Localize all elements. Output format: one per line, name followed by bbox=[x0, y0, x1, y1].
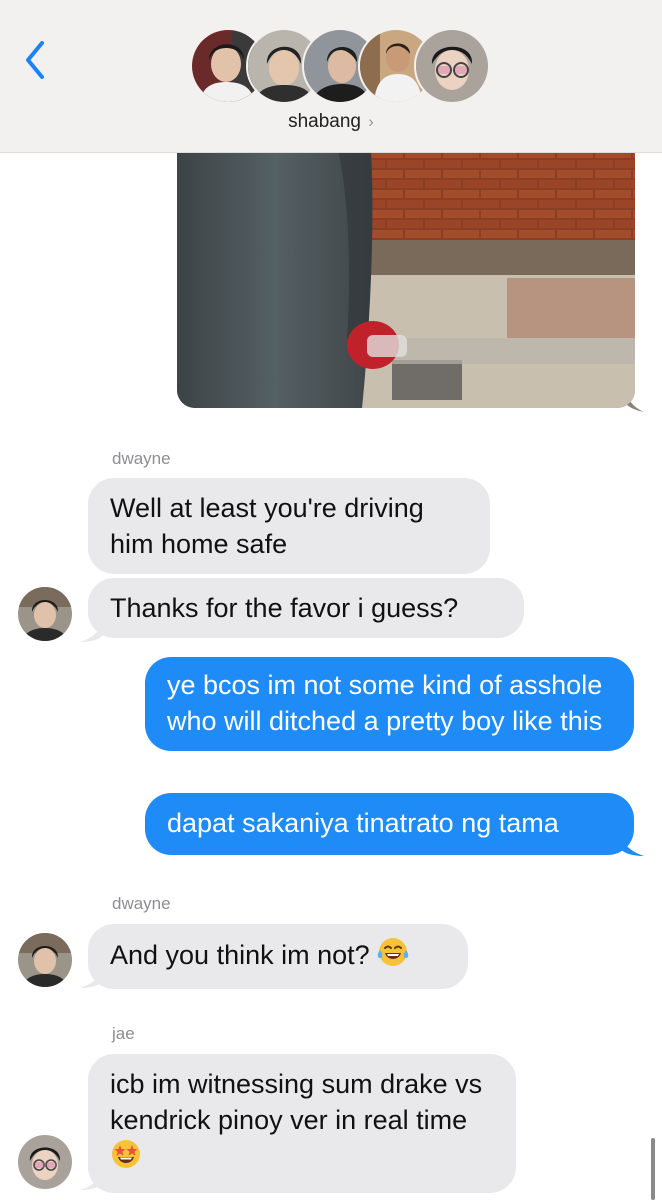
outgoing-message-bubble[interactable]: ye bcos im not some kind of asshole who … bbox=[145, 657, 634, 751]
sender-avatar[interactable] bbox=[18, 587, 72, 641]
message-text: dapat sakaniya tinatrato ng tama bbox=[167, 808, 559, 838]
photo-message[interactable] bbox=[177, 110, 635, 408]
group-name: shabang bbox=[288, 111, 361, 132]
face-with-tears-of-joy-icon bbox=[377, 936, 409, 977]
conversation-header: shabang › bbox=[0, 0, 662, 153]
message-text: Well at least you're driving him home sa… bbox=[110, 493, 424, 559]
incoming-message-bubble[interactable]: icb im witnessing sum drake vs kendrick … bbox=[88, 1054, 516, 1193]
incoming-message-bubble[interactable]: Thanks for the favor i guess? bbox=[88, 578, 524, 638]
incoming-message-bubble[interactable]: And you think im not? bbox=[88, 924, 468, 989]
sender-avatar[interactable] bbox=[18, 933, 72, 987]
bubble-tail bbox=[620, 834, 644, 856]
sender-avatar[interactable] bbox=[18, 1135, 72, 1189]
message-text: icb im witnessing sum drake vs kendrick … bbox=[110, 1069, 483, 1135]
chevron-left-icon bbox=[26, 41, 44, 79]
scrollbar[interactable] bbox=[651, 1138, 655, 1200]
sender-label: dwayne bbox=[112, 894, 171, 913]
bubble-tail bbox=[80, 1168, 104, 1190]
message-text: And you think im not? bbox=[110, 940, 370, 970]
sender-label: dwayne bbox=[112, 449, 171, 468]
photo-image bbox=[177, 110, 635, 408]
message-text: ye bcos im not some kind of asshole who … bbox=[167, 670, 603, 736]
participant-avatar bbox=[414, 28, 490, 104]
message-text: Thanks for the favor i guess? bbox=[110, 593, 459, 623]
star-struck-icon bbox=[110, 1138, 142, 1179]
back-button[interactable] bbox=[20, 38, 50, 82]
bubble-tail bbox=[80, 620, 104, 642]
outgoing-message-bubble[interactable]: dapat sakaniya tinatrato ng tama bbox=[145, 793, 634, 855]
bubble-tail bbox=[80, 966, 104, 988]
group-avatars[interactable] bbox=[190, 28, 490, 104]
chevron-right-icon: › bbox=[368, 112, 374, 131]
incoming-message-bubble[interactable]: Well at least you're driving him home sa… bbox=[88, 478, 490, 574]
sender-label: jae bbox=[112, 1024, 135, 1043]
group-name-button[interactable]: shabang › bbox=[0, 111, 662, 133]
